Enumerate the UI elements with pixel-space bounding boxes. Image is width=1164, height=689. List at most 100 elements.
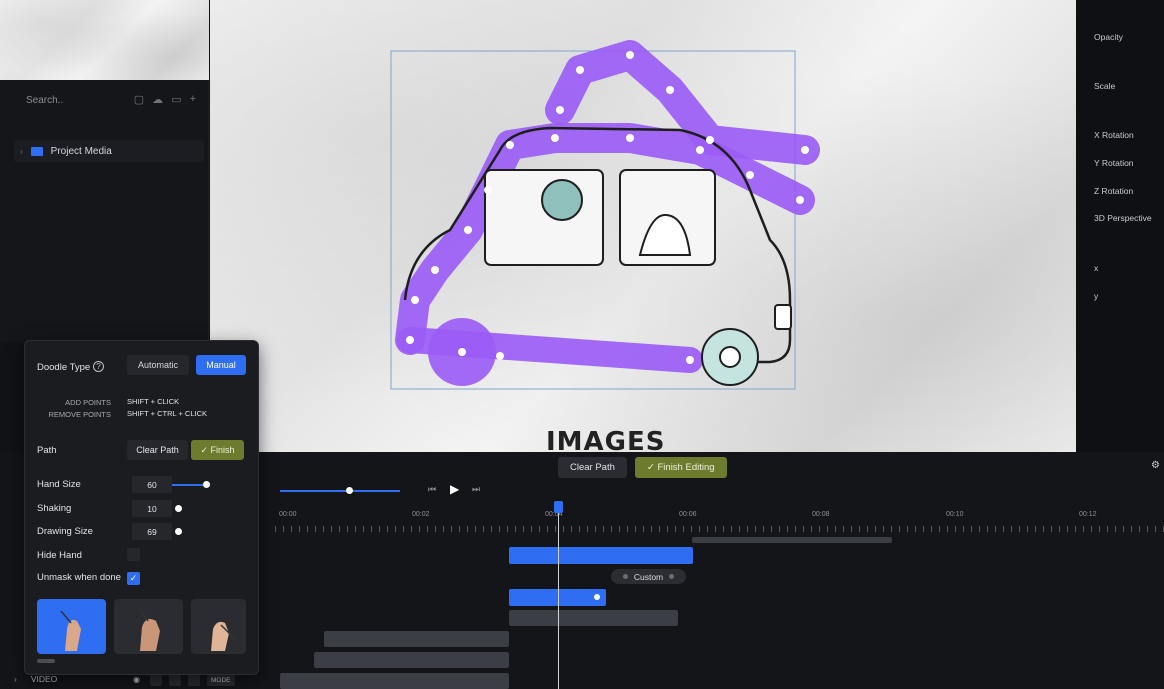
tick-label: 00:08 (812, 511, 830, 518)
unmask-checkbox[interactable]: ✓ (127, 572, 140, 585)
cloud-upload-icon[interactable]: ☁ (152, 93, 163, 106)
visibility-eye-icon[interactable]: ◉ (133, 675, 140, 684)
manual-button[interactable]: Manual (196, 355, 246, 375)
timeline-clip-selected[interactable] (509, 547, 693, 564)
tick-label: 00:06 (679, 511, 697, 518)
track-toggle[interactable] (150, 674, 162, 686)
playhead-handle[interactable] (554, 501, 563, 513)
hand-option-1[interactable] (37, 599, 106, 654)
tick-label: 00:10 (946, 511, 964, 518)
track-video-label: VIDEO (30, 674, 58, 684)
media-panel: Search.. ▢ ☁ ▭ + › Project Media (0, 80, 209, 342)
prop-y[interactable]: y (1094, 291, 1098, 301)
front-wheel-hub (719, 346, 741, 368)
hand-option-2[interactable] (114, 599, 183, 654)
clear-path-button[interactable]: Clear Path (127, 440, 188, 460)
search-input[interactable]: Search.. (26, 95, 63, 106)
blue-folder-icon (30, 146, 43, 156)
clip-end-handle[interactable] (594, 594, 600, 600)
timeline-clip[interactable] (509, 610, 678, 626)
skip-back-icon[interactable]: ⏮ (428, 484, 436, 495)
prop-3d-perspective[interactable]: 3D Perspective (1094, 213, 1152, 223)
app-root: Search.. ▢ ☁ ▭ + › Project Media IMAGES … (0, 0, 1164, 689)
volume-knob[interactable] (346, 487, 353, 494)
timeline-ruler[interactable]: 00:00 00:02 00:04 00:06 00:08 00:10 00:1… (275, 508, 1164, 538)
drawing-size-label: Drawing Size (37, 526, 93, 537)
headlight (774, 304, 792, 330)
editor-canvas[interactable]: IMAGES (210, 0, 1076, 452)
panel-resize-handle[interactable] (37, 659, 55, 663)
preview-thumbnail[interactable] (0, 0, 209, 80)
track-toggle[interactable] (169, 674, 181, 686)
add-icon[interactable]: + (190, 93, 196, 106)
finish-button[interactable]: ✓ Finish (191, 440, 244, 460)
hand-icon (60, 610, 81, 651)
finish-editing-button[interactable]: ✓ Finish Editing (634, 457, 727, 478)
settings-gear-icon[interactable]: ⚙ (1151, 460, 1160, 471)
canvas-title-text: IMAGES (546, 427, 666, 452)
prop-x-rotation[interactable]: X Rotation (1094, 130, 1134, 140)
hand-size-slider-knob[interactable] (203, 481, 210, 488)
add-points-label: ADD POINTS (65, 398, 111, 407)
ruler-ticks (275, 526, 1164, 532)
track-header-video: › VIDEO (14, 674, 57, 684)
play-icon[interactable]: ▶ (450, 482, 459, 496)
hide-hand-checkbox[interactable] (127, 548, 140, 561)
clear-path-button[interactable]: Clear Path (558, 457, 627, 478)
car-window-left (484, 169, 604, 266)
help-icon[interactable]: ? (93, 361, 104, 372)
hand-size-input[interactable]: 60 (132, 476, 172, 493)
custom-transition-pill[interactable]: Custom (611, 569, 686, 584)
hand-size-label: Hand Size (37, 479, 81, 490)
folder-icon[interactable]: ▭ (171, 93, 181, 106)
chevron-right-icon[interactable]: › (14, 674, 17, 684)
timeline-clip[interactable] (692, 537, 892, 543)
doodle-path-body (395, 123, 815, 355)
tick-label: 00:12 (1079, 511, 1097, 518)
timeline-clip[interactable] (280, 673, 509, 689)
doodle-settings-panel: Doodle Type ? Automatic Manual ADD POINT… (24, 340, 259, 675)
shaking-slider-knob[interactable] (175, 505, 182, 512)
hand-option-3[interactable] (191, 599, 246, 654)
properties-panel: Opacity Scale X Rotation Y Rotation Z Ro… (1076, 0, 1164, 452)
prop-scale[interactable]: Scale (1094, 81, 1115, 91)
prop-x[interactable]: x (1094, 263, 1098, 273)
pill-handle-right[interactable] (669, 574, 675, 579)
canvas-action-bar: Clear Path ✓ Finish Editing (558, 457, 727, 478)
hand-icon (211, 621, 236, 651)
track-toggle[interactable] (188, 674, 200, 686)
shaking-input[interactable]: 10 (132, 500, 172, 517)
folder-label: Project Media (50, 145, 112, 157)
drawing-size-slider-knob[interactable] (175, 528, 182, 535)
automatic-button[interactable]: Automatic (127, 355, 189, 375)
doodle-type-label: Doodle Type (37, 362, 91, 373)
chevron-right-icon[interactable]: › (20, 147, 23, 156)
tick-label: 00:02 (412, 511, 430, 518)
volume-fill (280, 490, 400, 492)
hand-icon (139, 608, 160, 651)
path-label: Path (37, 445, 57, 456)
shaking-label: Shaking (37, 503, 72, 514)
prop-opacity[interactable]: Opacity (1094, 32, 1123, 42)
unmask-label: Unmask when done (37, 572, 121, 583)
finish-label: Finish (210, 445, 235, 455)
pill-handle-left[interactable] (622, 574, 628, 579)
note-icon[interactable]: ▢ (134, 93, 144, 106)
add-points-keys: SHIFT + CLICK (127, 397, 180, 406)
remove-points-label: REMOVE POINTS (48, 410, 111, 419)
playhead-line (558, 502, 559, 689)
tick-label: 00:00 (279, 511, 297, 518)
timeline-clip[interactable] (314, 652, 509, 668)
folder-project-media[interactable]: › Project Media (14, 140, 204, 162)
media-toolbar: ▢ ☁ ▭ + (134, 93, 196, 106)
drawing-size-input[interactable]: 69 (132, 523, 172, 540)
track-mode-button[interactable]: MODE (207, 675, 235, 686)
prop-z-rotation[interactable]: Z Rotation (1094, 186, 1133, 196)
prop-y-rotation[interactable]: Y Rotation (1094, 158, 1134, 168)
timeline-clip[interactable] (324, 631, 509, 647)
remove-points-keys: SHIFT + CTRL + CLICK (127, 409, 208, 418)
skip-forward-icon[interactable]: ⏭ (472, 484, 480, 495)
hide-hand-label: Hide Hand (37, 550, 82, 561)
hand-size-slider-fill (172, 484, 206, 486)
custom-label: Custom (633, 571, 664, 582)
